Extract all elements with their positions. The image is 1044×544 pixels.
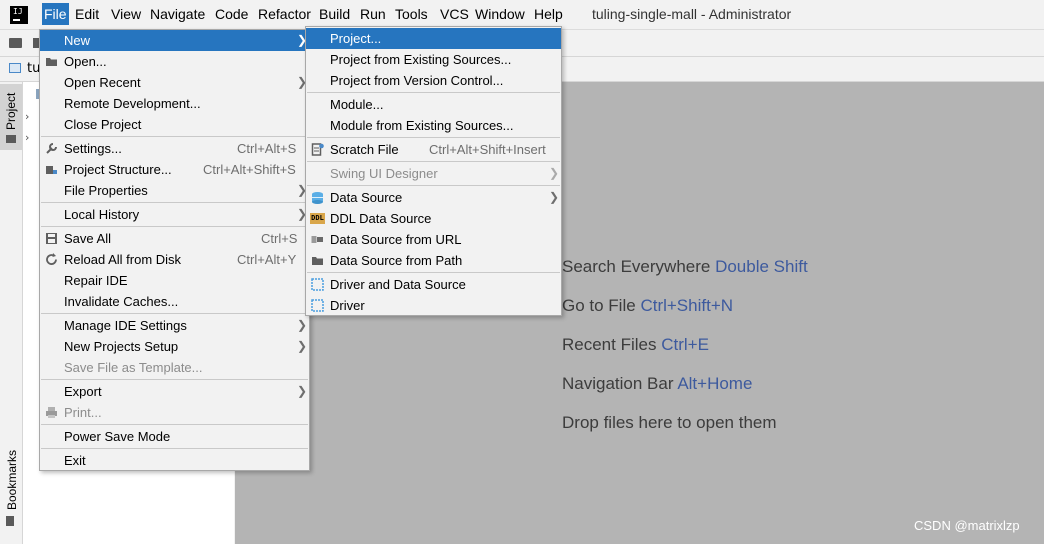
menu-item-data-source[interactable]: Data Source ❯ [306, 187, 561, 208]
menu-item-file-properties[interactable]: File Properties ❯ [40, 180, 309, 201]
window-title: tuling-single-mall - Administrator [592, 6, 792, 22]
menu-separator [41, 136, 308, 137]
open-folder-icon [46, 58, 57, 66]
menu-separator [41, 448, 308, 449]
menu-separator [41, 202, 308, 203]
menu-item-driver[interactable]: Driver [306, 295, 561, 316]
menu-item-project-structure[interactable]: Project Structure... Ctrl+Alt+Shift+S [40, 159, 309, 180]
hint-shortcut: Ctrl+Shift+N [640, 296, 734, 315]
menu-item-repair-ide[interactable]: Repair IDE [40, 270, 309, 291]
menu-refactor[interactable]: Refactor [256, 3, 313, 25]
menu-item-save-file-as-template: Save File as Template... [64, 360, 203, 375]
menu-item-manage-ide-settings[interactable]: Manage IDE Settings ❯ [40, 315, 309, 336]
driver-icon [311, 299, 324, 312]
database-icon [312, 192, 323, 204]
menu-separator [41, 424, 308, 425]
reload-icon [46, 253, 57, 265]
menu-item-exit[interactable]: Exit [40, 450, 309, 471]
menu-separator [307, 272, 560, 273]
menu-item-driver-and-data-source[interactable]: Driver and Data Source [306, 274, 561, 295]
menu-vcs[interactable]: VCS [438, 3, 471, 25]
menu-item-reload-all[interactable]: Reload All from Disk Ctrl+Alt+Y [40, 249, 309, 270]
save-icon [46, 233, 57, 244]
menu-item-data-source-from-url[interactable]: Data Source from URL [306, 229, 561, 250]
menu-item-power-save-mode[interactable]: Power Save Mode [40, 426, 309, 447]
printer-icon [46, 407, 57, 418]
menu-item-data-source-from-path[interactable]: Data Source from Path [306, 250, 561, 271]
breadcrumb-project[interactable]: tuling-single-mall [27, 61, 39, 76]
menu-item-project-from-existing-sources[interactable]: Project from Existing Sources... [306, 49, 561, 70]
menu-separator [307, 185, 560, 186]
open-folder-icon[interactable] [9, 38, 22, 48]
menu-item-invalidate-caches[interactable]: Invalidate Caches... [40, 291, 309, 312]
menu-tools[interactable]: Tools [393, 3, 430, 25]
menu-item-project-from-vcs[interactable]: Project from Version Control... [306, 70, 561, 91]
hint-text: Recent Files [562, 335, 657, 354]
menu-help[interactable]: Help [532, 3, 565, 25]
menu-item-local-history[interactable]: Local History ❯ [40, 204, 309, 225]
menu-separator [41, 379, 308, 380]
menu-item-remote-development[interactable]: Remote Development... [40, 93, 309, 114]
menu-file[interactable]: File [42, 3, 69, 25]
watermark: CSDN @matrixlzp [914, 518, 1020, 533]
intellij-logo-icon: IJ [10, 6, 28, 24]
project-structure-icon [46, 166, 57, 174]
menu-item-save-all[interactable]: Save All Ctrl+S [40, 228, 309, 249]
menu-separator [307, 161, 560, 162]
hint-text: Navigation Bar [562, 374, 674, 393]
wrench-icon [46, 143, 57, 154]
project-folder-icon [6, 135, 16, 143]
hint-shortcut: Double Shift [715, 257, 808, 276]
menu-item-print: Print... [40, 402, 309, 423]
menu-item-ddl-data-source[interactable]: DDL DDL Data Source [306, 208, 561, 229]
menu-item-export[interactable]: Export ❯ [40, 381, 309, 402]
menu-item-settings[interactable]: Settings... Ctrl+Alt+S [40, 138, 309, 159]
menu-navigate[interactable]: Navigate [148, 3, 207, 25]
menu-item-new[interactable]: New ❯ [40, 30, 309, 51]
ddl-icon: DDL [310, 213, 325, 224]
menu-item-scratch-file[interactable]: Scratch File Ctrl+Alt+Shift+Insert [306, 139, 561, 160]
bookmarks-tab-label[interactable]: Bookmarks [5, 450, 19, 510]
menu-item-module-from-existing-sources[interactable]: Module from Existing Sources... [306, 115, 561, 136]
menu-item-module[interactable]: Module... [306, 94, 561, 115]
tree-expand-icon[interactable]: › [25, 110, 29, 123]
module-icon [9, 63, 21, 73]
menu-separator [41, 313, 308, 314]
menu-separator [307, 137, 560, 138]
project-tab-label: Project [4, 92, 18, 130]
menu-item-open[interactable]: Open... [40, 51, 309, 72]
url-icon [311, 236, 323, 243]
menu-edit[interactable]: Edit [73, 3, 101, 25]
menu-item-open-recent[interactable]: Open Recent ❯ [40, 72, 309, 93]
menu-build[interactable]: Build [317, 3, 352, 25]
hint-shortcut: Ctrl+E [661, 335, 709, 354]
hint-go-to-file: Go to File Ctrl+Shift+N [562, 296, 733, 316]
hint-drop-files: Drop files here to open them [562, 413, 777, 433]
menu-item-new-projects-setup[interactable]: New Projects Setup ❯ [40, 336, 309, 357]
hint-text: Go to File [562, 296, 636, 315]
scratch-file-icon [311, 143, 324, 156]
menu-item-swing-ui-designer: Swing UI Designer ❯ [330, 166, 560, 181]
menu-separator [41, 226, 308, 227]
menu-item-new-project[interactable]: Project... [306, 28, 561, 49]
menu-run[interactable]: Run [358, 3, 388, 25]
menu-view[interactable]: View [109, 3, 143, 25]
tool-tab-project[interactable]: Project [0, 84, 22, 150]
menu-separator [307, 92, 560, 93]
folder-icon [312, 257, 323, 265]
hint-shortcut: Alt+Home [677, 374, 753, 393]
new-submenu: Project... Project from Existing Sources… [305, 26, 562, 316]
bookmark-icon [6, 516, 14, 526]
hint-text: Search Everywhere [562, 257, 711, 276]
driver-icon [311, 278, 324, 291]
hint-recent-files: Recent Files Ctrl+E [562, 335, 709, 355]
menu-item-close-project[interactable]: Close Project [40, 114, 309, 135]
menu-window[interactable]: Window [473, 3, 527, 25]
file-menu: New ❯ Open... Open Recent ❯ Remote Develop… [39, 29, 310, 471]
hint-navigation-bar: Navigation Bar Alt+Home [562, 374, 752, 394]
menu-code[interactable]: Code [213, 3, 250, 25]
hint-text: Drop files here to open them [562, 413, 777, 432]
tree-expand-icon[interactable]: › [25, 131, 29, 144]
hint-search-everywhere: Search Everywhere Double Shift [562, 257, 808, 277]
